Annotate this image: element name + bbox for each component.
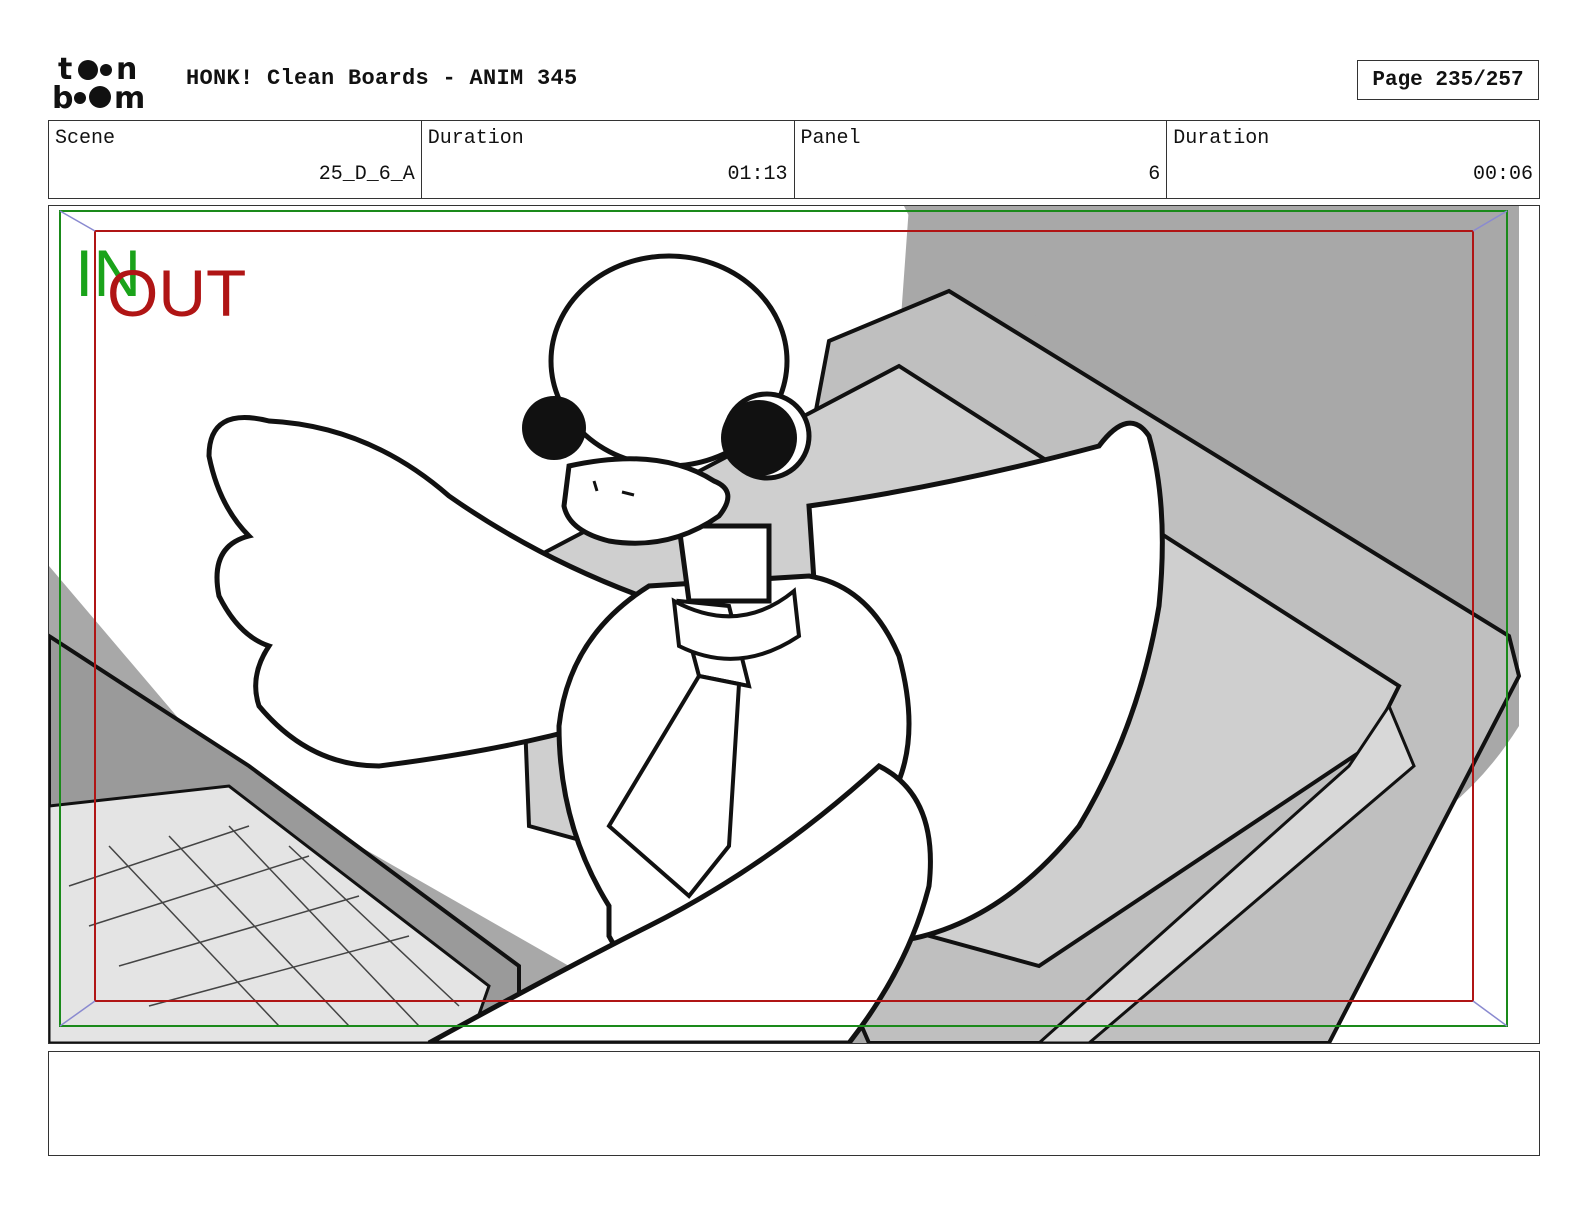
page-number: Page 235/257	[1357, 60, 1539, 100]
svg-text:b: b	[52, 81, 73, 112]
goose-left-eye	[522, 396, 586, 460]
panel-duration-cell: Duration 00:06	[1167, 121, 1539, 198]
board-title: HONK! Clean Boards - ANIM 345	[186, 66, 578, 91]
panel-cell: Panel 6	[795, 121, 1168, 198]
svg-text:m: m	[114, 81, 145, 112]
out-label: OUT	[107, 256, 246, 330]
panel-notes-box	[48, 1051, 1540, 1156]
scene-info-table: Scene 25_D_6_A Duration 01:13 Panel 6 Du…	[48, 120, 1540, 199]
panel-duration-label: Duration	[1173, 127, 1270, 150]
panel-value: 6	[1148, 163, 1161, 186]
scene-value: 25_D_6_A	[318, 163, 415, 186]
scene-duration-cell: Duration 01:13	[422, 121, 795, 198]
panel-duration-value: 00:06	[1472, 163, 1533, 186]
scene-duration-label: Duration	[427, 127, 524, 150]
toon-boom-logo: t n b m	[52, 50, 164, 116]
storyboard-panel: IN OUT	[48, 205, 1540, 1044]
scene-cell: Scene 25_D_6_A	[49, 121, 422, 198]
panel-artwork: IN OUT	[49, 206, 1539, 1043]
scene-duration-value: 01:13	[727, 163, 788, 186]
scene-label: Scene	[55, 127, 116, 150]
goose-neck	[676, 523, 772, 604]
goose-right-eye	[721, 400, 797, 476]
panel-label: Panel	[800, 127, 861, 150]
